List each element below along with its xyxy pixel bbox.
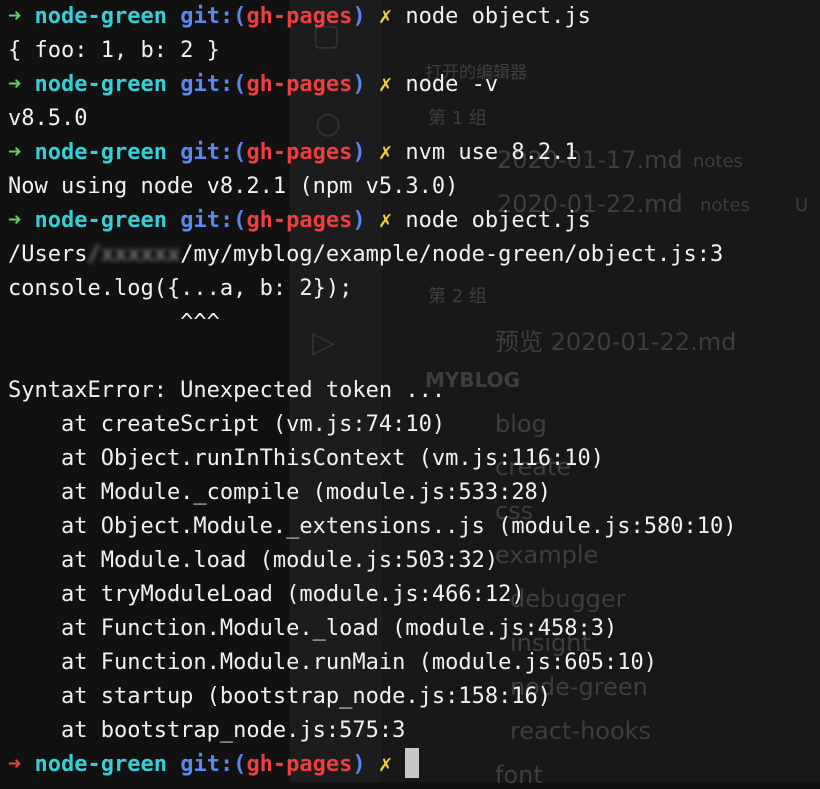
prompt-directory: node-green: [34, 140, 167, 165]
dirty-marker-icon: ✗: [378, 208, 393, 233]
prompt-git-suffix: ): [352, 752, 366, 777]
output-line: v8.5.0: [8, 106, 88, 131]
output-line: at Function.Module._load (module.js:458:…: [8, 616, 618, 641]
prompt-branch: gh-pages: [246, 208, 353, 233]
output-line: at Function.Module.runMain (module.js:60…: [8, 650, 658, 675]
prompt-arrow-icon: ➜: [8, 72, 22, 97]
prompt-line: ➜ node-green git:(gh-pages) ✗ nvm use 8.…: [8, 136, 812, 170]
prompt-arrow-icon: ➜: [8, 140, 22, 165]
prompt-git-suffix: ): [352, 140, 366, 165]
command-text: nvm use 8.2.1: [405, 140, 578, 165]
output-line: at Object.Module._extensions..js (module…: [8, 514, 737, 539]
prompt-line: ➜ node-green git:(gh-pages) ✗ node objec…: [8, 0, 812, 34]
dirty-marker-icon: ✗: [378, 72, 393, 97]
output-line: SyntaxError: Unexpected token ...: [8, 378, 446, 403]
prompt-arrow-icon: ➜: [8, 752, 22, 777]
command-text: node object.js: [405, 208, 591, 233]
command-text: node object.js: [405, 4, 591, 29]
output-line: at Module.load (module.js:503:32): [8, 548, 499, 573]
prompt-line: ➜ node-green git:(gh-pages) ✗ node objec…: [8, 204, 812, 238]
command-text: node -v: [405, 72, 499, 97]
output-line: { foo: 1, b: 2 }: [8, 38, 220, 63]
dirty-marker-icon: ✗: [378, 140, 393, 165]
prompt-branch: gh-pages: [246, 752, 353, 777]
prompt-arrow-icon: ➜: [8, 4, 22, 29]
prompt-git-suffix: ): [352, 208, 366, 233]
output-line: at Module._compile (module.js:533:28): [8, 480, 552, 505]
prompt-git-prefix: git:(: [180, 140, 247, 165]
prompt-branch: gh-pages: [246, 4, 353, 29]
prompt-line: ➜ node-green git:(gh-pages) ✗: [8, 748, 812, 782]
prompt-directory: node-green: [34, 752, 167, 777]
output-line: Now using node v8.2.1 (npm v5.3.0): [8, 174, 459, 199]
prompt-git-prefix: git:(: [180, 208, 247, 233]
dirty-marker-icon: ✗: [378, 4, 393, 29]
prompt-directory: node-green: [34, 208, 167, 233]
terminal-cursor[interactable]: [405, 748, 420, 778]
dirty-marker-icon: ✗: [378, 752, 393, 777]
output-line: console.log({...a, b: 2});: [8, 276, 353, 301]
redacted-username: /xxxxxx: [87, 242, 181, 267]
prompt-git-suffix: ): [352, 72, 366, 97]
prompt-git-prefix: git:(: [180, 72, 247, 97]
prompt-git-prefix: git:(: [180, 752, 247, 777]
output-line: at tryModuleLoad (module.js:466:12): [8, 582, 525, 607]
error-path-line: /Users/xxxxxx/my/myblog/example/node-gre…: [8, 238, 812, 272]
prompt-directory: node-green: [34, 72, 167, 97]
prompt-git-prefix: git:(: [180, 4, 247, 29]
output-line: at startup (bootstrap_node.js:158:16): [8, 684, 552, 709]
output-line: ^^^: [8, 310, 220, 335]
prompt-directory: node-green: [34, 4, 167, 29]
path-rest: /my/myblog/example/node-green/object.js:…: [180, 242, 724, 267]
output-line: at bootstrap_node.js:575:3: [8, 718, 406, 743]
output-line: at createScript (vm.js:74:10): [8, 412, 446, 437]
prompt-line: ➜ node-green git:(gh-pages) ✗ node -v: [8, 68, 812, 102]
prompt-branch: gh-pages: [246, 72, 353, 97]
prompt-git-suffix: ): [352, 4, 366, 29]
path-start: /Users: [8, 242, 88, 267]
terminal-window[interactable]: ➜ node-green git:(gh-pages) ✗ node objec…: [0, 0, 820, 782]
output-line: at Object.runInThisContext (vm.js:116:10…: [8, 446, 605, 471]
prompt-branch: gh-pages: [246, 140, 353, 165]
prompt-arrow-icon: ➜: [8, 208, 22, 233]
